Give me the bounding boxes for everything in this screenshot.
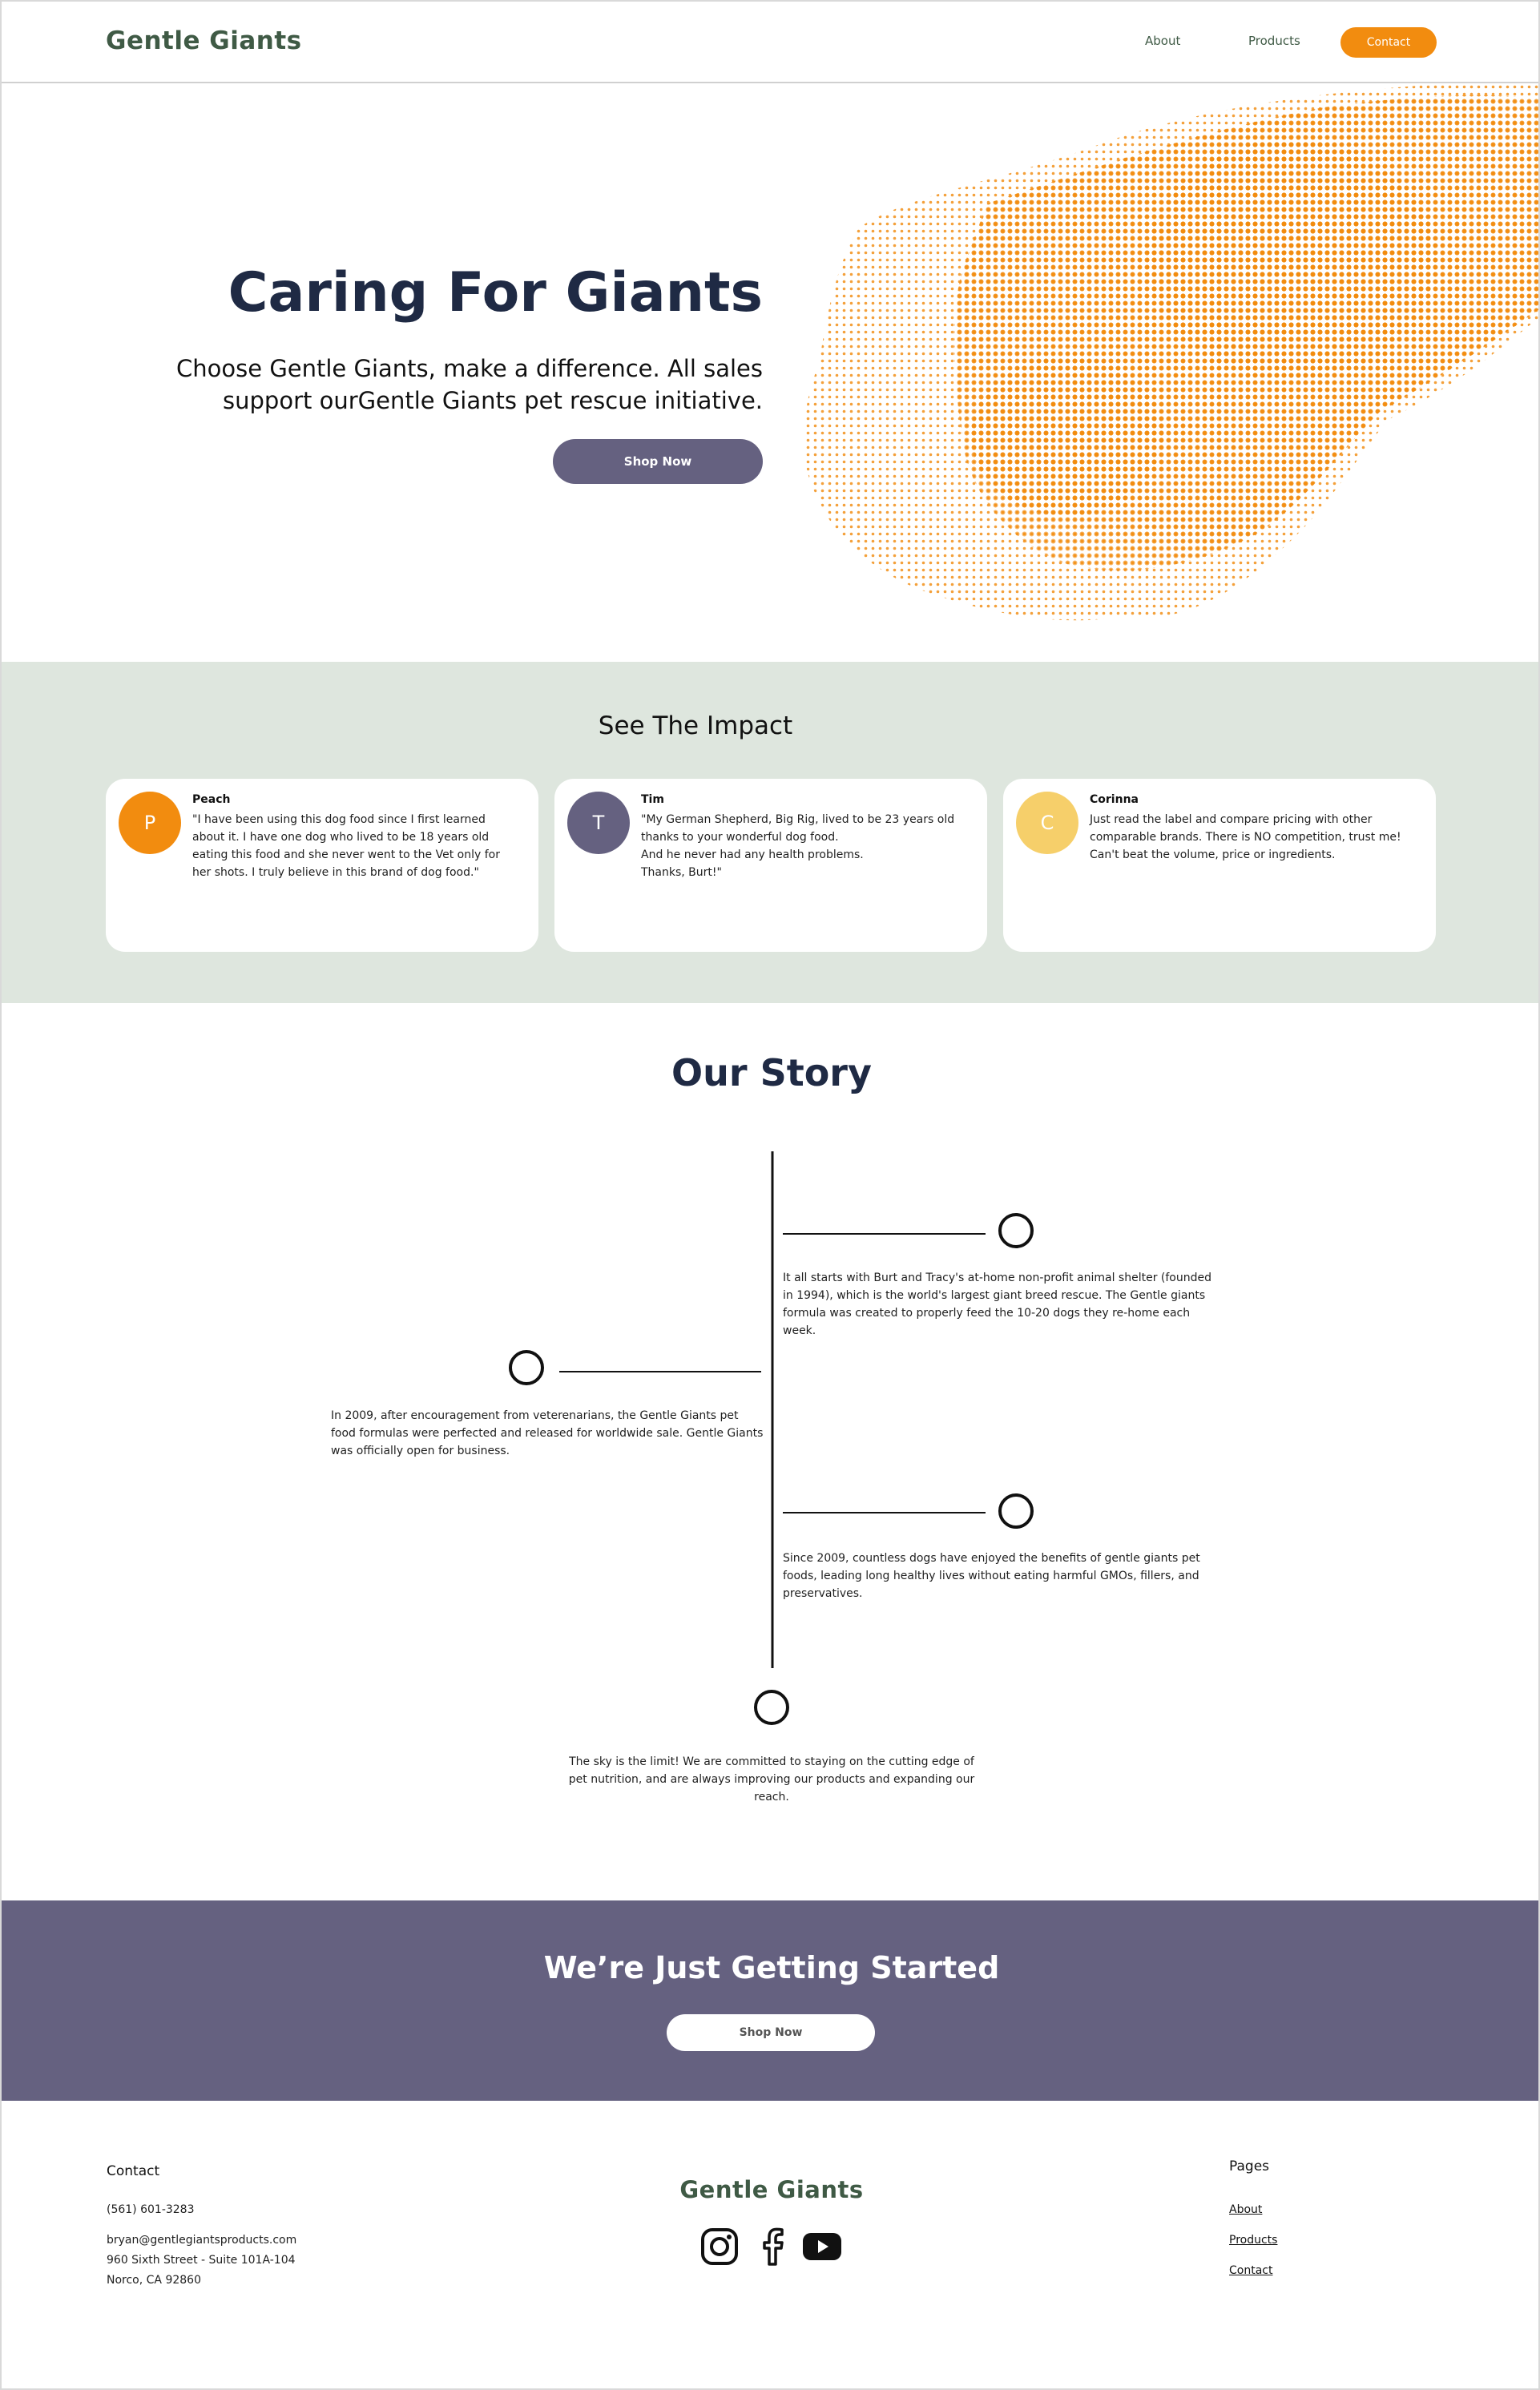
footer-pages-title: Pages <box>1229 2158 1270 2174</box>
footer-phone[interactable]: (561) 601-3283 <box>107 2203 195 2216</box>
footer-link-contact[interactable]: Contact <box>1229 2264 1272 2277</box>
hero-section: Caring For Giants Choose Gentle Giants, … <box>2 83 1538 662</box>
orange-halftone-paw-art <box>804 83 1538 621</box>
timeline-node <box>509 1350 544 1385</box>
testimonial-text: "My German Shepherd, Big Rig, lived to b… <box>641 813 955 879</box>
nav-contact-button[interactable]: Contact <box>1340 27 1437 58</box>
cta-title: We’re Just Getting Started <box>543 1950 1000 1985</box>
site-footer: Contact (561) 601-3283 bryan@gentlegiant… <box>2 2101 1538 2388</box>
hero-title: Caring For Giants <box>228 261 763 324</box>
impact-section: See The Impact P Peach "I have been usin… <box>2 662 1538 1003</box>
our-story-section: Our Story It all starts with Burt and Tr… <box>2 1003 1538 1900</box>
footer-brand: Gentle Giants <box>679 2176 864 2203</box>
avatar: P <box>119 792 181 854</box>
brand-logo[interactable]: Gentle Giants <box>106 26 302 55</box>
timeline-entry-text: It all starts with Burt and Tracy's at-h… <box>783 1272 1211 1337</box>
instagram-icon[interactable] <box>699 2226 740 2267</box>
cta-shop-now-button[interactable]: Shop Now <box>667 2014 875 2051</box>
cta-section: We’re Just Getting Started Shop Now <box>2 1900 1538 2101</box>
testimonial-name: Corinna <box>1090 793 1139 806</box>
testimonial-card: T Tim "My German Shepherd, Big Rig, live… <box>554 779 987 952</box>
footer-address-line2: Norco, CA 92860 <box>107 2274 201 2287</box>
timeline-entry-text: The sky is the limit! We are committed t… <box>568 1755 975 1804</box>
footer-email[interactable]: bryan@gentlegiantsproducts.com <box>107 2234 296 2247</box>
timeline-node <box>998 1213 1034 1248</box>
footer-address-line1: 960 Sixth Street - Suite 101A-104 <box>107 2254 296 2267</box>
impact-title: See The Impact <box>598 711 793 740</box>
nav-about-link[interactable]: About <box>1145 34 1180 48</box>
page: Gentle Giants About Products Contact Car… <box>0 0 1540 2390</box>
testimonial-card: C Corinna Just read the label and compar… <box>1003 779 1436 952</box>
avatar: T <box>567 792 630 854</box>
hero-shop-now-button[interactable]: Shop Now <box>553 439 763 484</box>
timeline-entry-text: Since 2009, countless dogs have enjoyed … <box>783 1552 1200 1600</box>
timeline-node <box>754 1690 789 1725</box>
youtube-icon[interactable] <box>801 2226 843 2267</box>
footer-link-about[interactable]: About <box>1229 2203 1262 2216</box>
timeline-entry-text: In 2009, after encouragement from vetere… <box>331 1409 764 1457</box>
facebook-icon[interactable] <box>752 2226 793 2267</box>
timeline-node <box>998 1493 1034 1529</box>
hero-subtitle: Choose Gentle Giants, make a difference.… <box>176 355 763 414</box>
site-header: Gentle Giants About Products Contact <box>2 2 1538 83</box>
testimonial-card: P Peach "I have been using this dog food… <box>106 779 538 952</box>
testimonial-name: Peach <box>192 793 231 806</box>
footer-link-products[interactable]: Products <box>1229 2234 1277 2247</box>
social-icons <box>699 2226 846 2267</box>
testimonial-text: "I have been using this dog food since I… <box>192 813 500 879</box>
avatar: C <box>1016 792 1078 854</box>
nav-products-link[interactable]: Products <box>1248 34 1300 48</box>
testimonial-name: Tim <box>641 793 664 806</box>
testimonial-text: Just read the label and compare pricing … <box>1090 813 1401 861</box>
